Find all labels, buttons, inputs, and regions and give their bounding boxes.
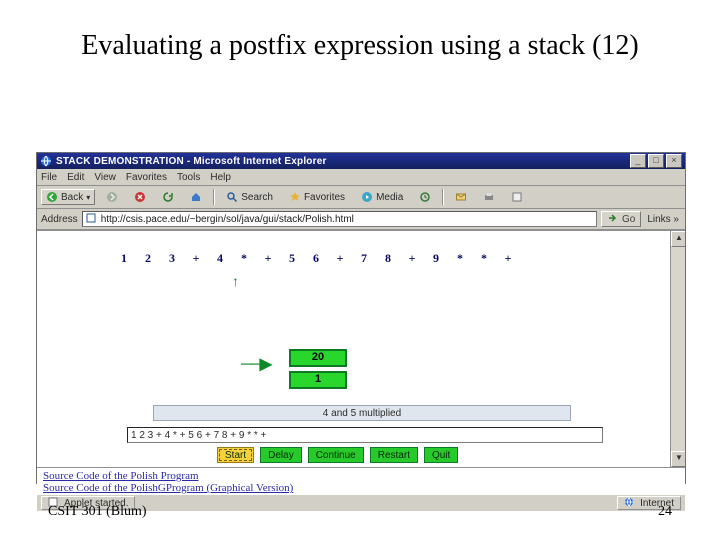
edit-icon bbox=[511, 191, 523, 203]
scroll-up-icon[interactable]: ▲ bbox=[671, 231, 685, 247]
chevron-down-icon: ▾ bbox=[86, 193, 90, 202]
search-label: Search bbox=[241, 192, 273, 203]
favorites-label: Favorites bbox=[304, 192, 345, 203]
history-button[interactable] bbox=[414, 189, 436, 205]
token: + bbox=[263, 251, 273, 266]
token: 9 bbox=[431, 251, 441, 266]
search-icon bbox=[226, 191, 238, 203]
menu-tools[interactable]: Tools bbox=[177, 172, 200, 183]
back-button[interactable]: Back ▾ bbox=[41, 189, 95, 205]
source-links: Source Code of the Polish Program Source… bbox=[37, 467, 685, 494]
close-button[interactable]: × bbox=[666, 154, 682, 168]
footer-left: CSIT 301 (Blum) bbox=[48, 504, 147, 520]
edit-button[interactable] bbox=[506, 189, 528, 205]
token: 4 bbox=[215, 251, 225, 266]
media-label: Media bbox=[376, 192, 403, 203]
stack-pointer-icon: ──▶ bbox=[241, 354, 270, 374]
page-icon bbox=[86, 213, 98, 225]
search-button[interactable]: Search bbox=[221, 189, 278, 205]
scroll-down-icon[interactable]: ▼ bbox=[671, 451, 685, 467]
media-button[interactable]: Media bbox=[356, 189, 408, 205]
applet-message: 4 and 5 multiplied bbox=[153, 405, 571, 421]
stop-icon bbox=[134, 191, 146, 203]
address-value: http://csis.pace.edu/~bergin/sol/java/gu… bbox=[101, 214, 354, 225]
address-label: Address bbox=[41, 214, 78, 225]
menu-file[interactable]: File bbox=[41, 172, 57, 183]
continue-button[interactable]: Continue bbox=[308, 447, 364, 463]
start-button[interactable]: Start bbox=[217, 447, 254, 463]
browser-window: STACK DEMONSTRATION - Microsoft Internet… bbox=[36, 152, 686, 484]
stop-button[interactable] bbox=[129, 189, 151, 205]
token: 1 bbox=[119, 251, 129, 266]
titlebar: STACK DEMONSTRATION - Microsoft Internet… bbox=[37, 153, 685, 169]
menu-view[interactable]: View bbox=[94, 172, 116, 183]
token: 2 bbox=[143, 251, 153, 266]
maximize-button[interactable]: □ bbox=[648, 154, 664, 168]
menu-favorites[interactable]: Favorites bbox=[126, 172, 167, 183]
back-label: Back bbox=[61, 192, 83, 203]
vertical-scrollbar[interactable]: ▲ ▼ bbox=[670, 231, 685, 467]
token: + bbox=[407, 251, 417, 266]
slide: Evaluating a postfix expression using a … bbox=[0, 0, 720, 540]
star-icon bbox=[289, 191, 301, 203]
toolbar: Back ▾ bbox=[37, 186, 685, 209]
go-button[interactable]: Go bbox=[601, 211, 641, 227]
go-icon bbox=[607, 213, 619, 225]
go-label: Go bbox=[622, 214, 635, 225]
source-link-1[interactable]: Source Code of the Polish Program bbox=[43, 470, 679, 482]
token: 6 bbox=[311, 251, 321, 266]
stack: 20 1 bbox=[289, 349, 347, 393]
token: 5 bbox=[287, 251, 297, 266]
favorites-button[interactable]: Favorites bbox=[284, 189, 350, 205]
source-link-2[interactable]: Source Code of the PolishGProgram (Graph… bbox=[43, 482, 679, 494]
print-button[interactable] bbox=[478, 189, 500, 205]
token: 8 bbox=[383, 251, 393, 266]
delay-button[interactable]: Delay bbox=[260, 447, 302, 463]
mail-icon bbox=[455, 191, 467, 203]
token: 3 bbox=[167, 251, 177, 266]
applet-area: 1 2 3 + 4 * + 5 6 + 7 8 + 9 * * + ↑ ──▶ bbox=[37, 230, 685, 467]
forward-button[interactable] bbox=[101, 189, 123, 205]
menu-bar: File Edit View Favorites Tools Help bbox=[37, 169, 685, 186]
internet-zone-icon bbox=[624, 497, 636, 509]
quit-button[interactable]: Quit bbox=[424, 447, 458, 463]
window-title: STACK DEMONSTRATION - Microsoft Internet… bbox=[56, 156, 327, 167]
token: 7 bbox=[359, 251, 369, 266]
footer-right: 24 bbox=[658, 504, 672, 520]
applet-buttons: Start Delay Continue Restart Quit bbox=[217, 447, 458, 463]
refresh-icon bbox=[162, 191, 174, 203]
media-icon bbox=[361, 191, 373, 203]
mail-button[interactable] bbox=[450, 189, 472, 205]
token: * bbox=[455, 251, 465, 266]
address-input[interactable]: http://csis.pace.edu/~bergin/sol/java/gu… bbox=[82, 211, 597, 227]
refresh-button[interactable] bbox=[157, 189, 179, 205]
ie-icon bbox=[40, 155, 52, 167]
stack-item: 1 bbox=[289, 371, 347, 389]
history-icon bbox=[419, 191, 431, 203]
token: * bbox=[479, 251, 489, 266]
token: + bbox=[503, 251, 513, 266]
expression-tokens: 1 2 3 + 4 * + 5 6 + 7 8 + 9 * * + bbox=[119, 251, 513, 266]
restart-button[interactable]: Restart bbox=[370, 447, 418, 463]
home-button[interactable] bbox=[185, 189, 207, 205]
minimize-button[interactable]: _ bbox=[630, 154, 646, 168]
back-icon bbox=[46, 191, 58, 203]
menu-edit[interactable]: Edit bbox=[67, 172, 84, 183]
token: * bbox=[239, 251, 249, 266]
forward-icon bbox=[106, 191, 118, 203]
home-icon bbox=[190, 191, 202, 203]
address-bar: Address http://csis.pace.edu/~bergin/sol… bbox=[37, 209, 685, 230]
token-pointer-icon: ↑ bbox=[232, 273, 239, 289]
links-label[interactable]: Links » bbox=[645, 214, 681, 225]
token: + bbox=[191, 251, 201, 266]
expression-input[interactable]: 1 2 3 + 4 * + 5 6 + 7 8 + 9 * * + bbox=[127, 427, 603, 443]
menu-help[interactable]: Help bbox=[210, 172, 231, 183]
expression-value: 1 2 3 + 4 * + 5 6 + 7 8 + 9 * * + bbox=[131, 430, 266, 441]
slide-title: Evaluating a postfix expression using a … bbox=[0, 28, 720, 63]
token: + bbox=[335, 251, 345, 266]
stack-top: 20 bbox=[289, 349, 347, 367]
print-icon bbox=[483, 191, 495, 203]
